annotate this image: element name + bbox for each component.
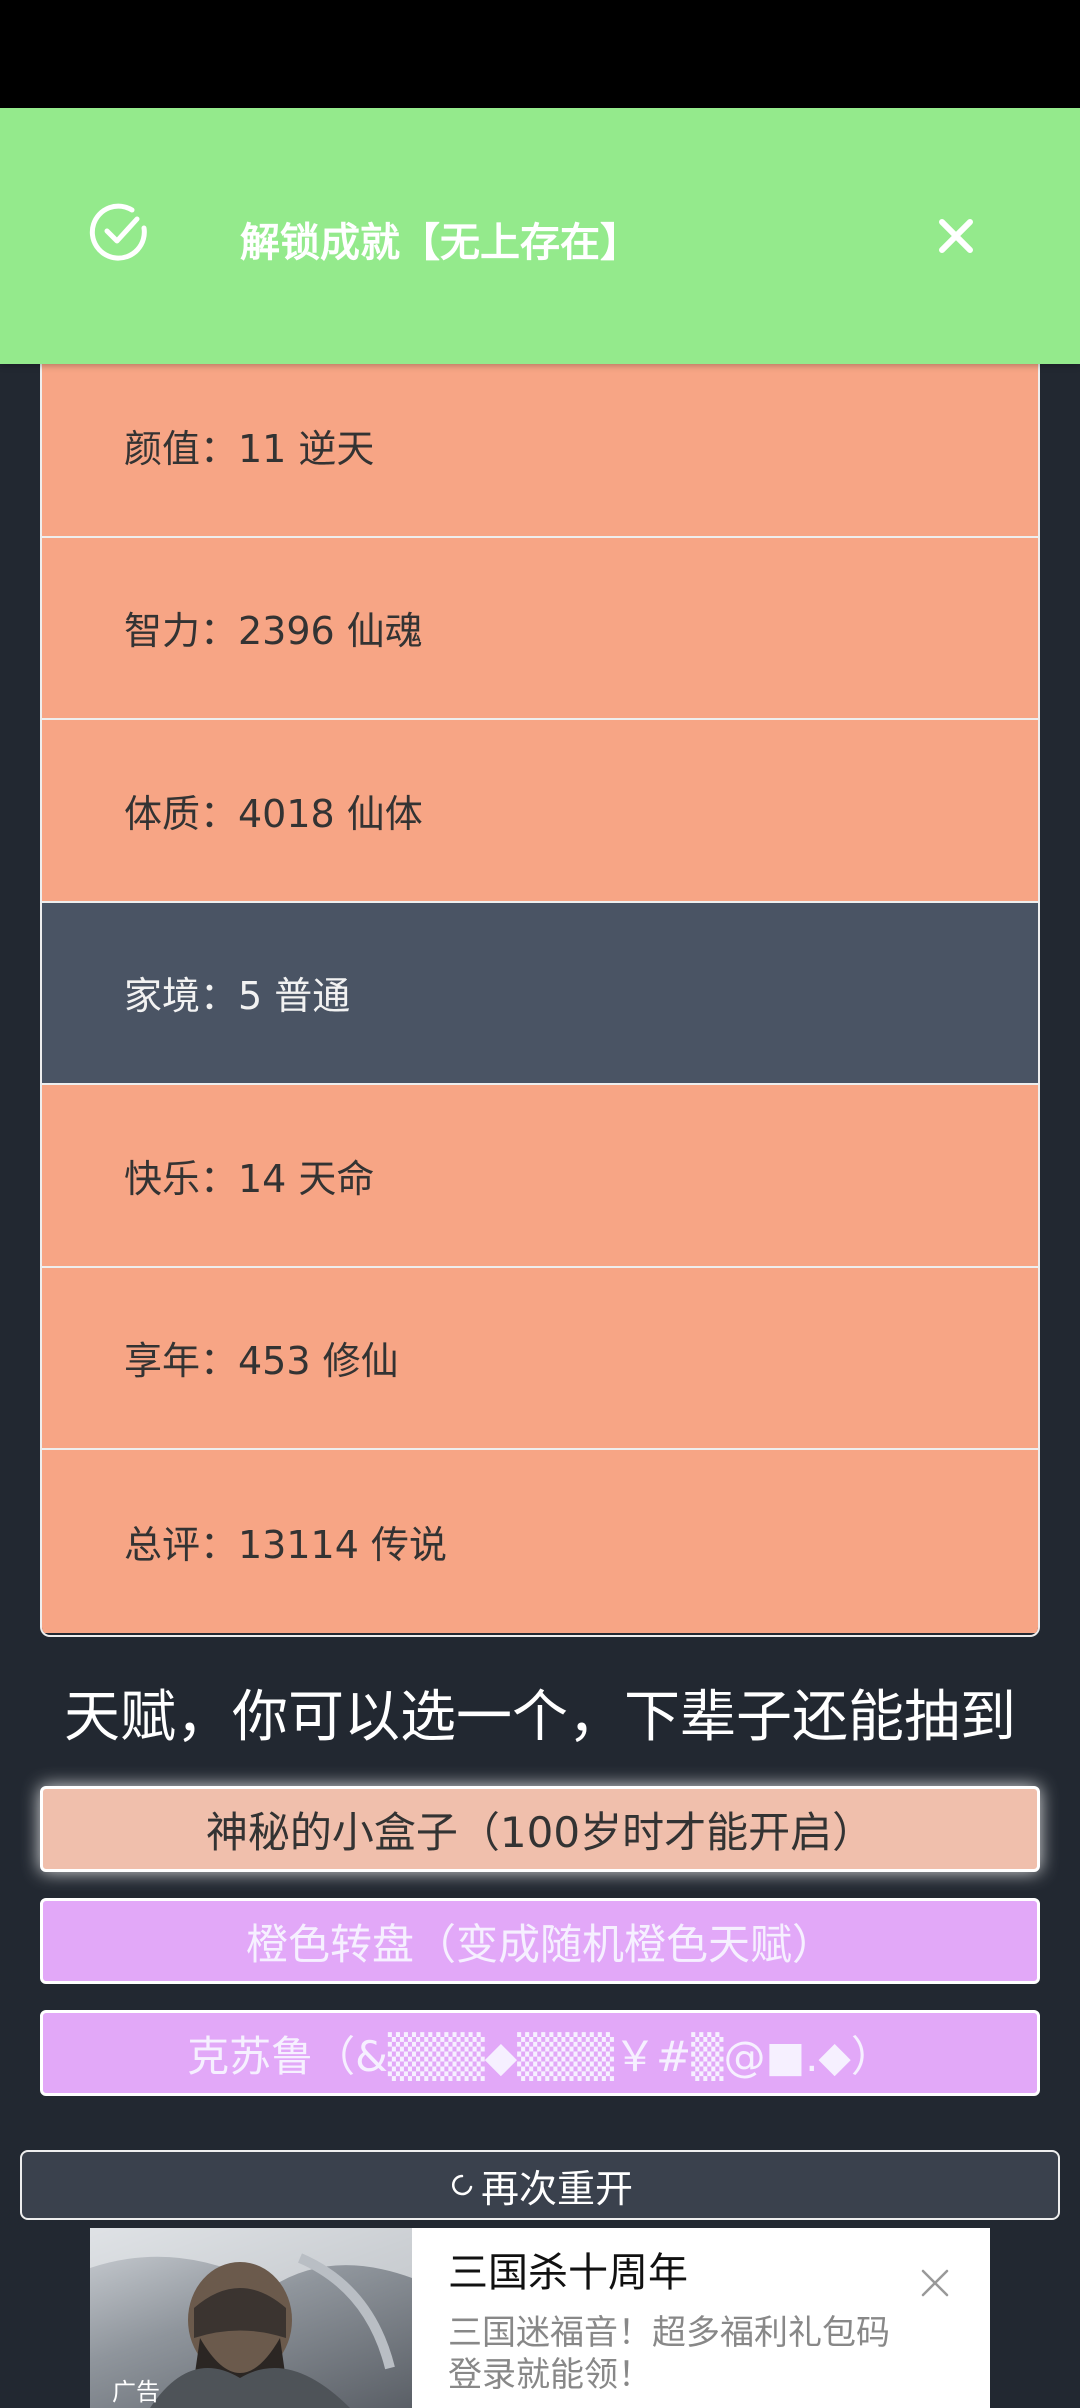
stat-label: 总评：13114 传说	[124, 1522, 447, 1567]
talent-label: 克苏鲁（&▒▒▒◆▒▒▒￥#▒@■.◆）	[187, 2031, 893, 2081]
talent-label: 神秘的小盒子（100岁时才能开启）	[205, 1807, 875, 1857]
talent-option-mystery-box[interactable]: 神秘的小盒子（100岁时才能开启）	[40, 1786, 1040, 1872]
close-icon[interactable]	[936, 216, 976, 256]
talent-option-orange-wheel[interactable]: 橙色转盘（变成随机橙色天赋）	[40, 1898, 1040, 1984]
stat-label: 体质：4018 仙体	[124, 791, 423, 836]
stat-row-intelligence: 智力：2396 仙魂	[42, 537, 1038, 720]
ad-title: 三国杀十周年	[448, 2250, 688, 2296]
restart-button[interactable]: 再次重开	[20, 2150, 1060, 2220]
stats-panel: 颜值：11 逆天 智力：2396 仙魂 体质：4018 仙体 家境：5 普通 快…	[40, 355, 1040, 1637]
toast-message: 解锁成就【无上存在】	[240, 220, 640, 266]
stat-label: 快乐：14 天命	[124, 1156, 375, 1201]
talent-option-cthulhu[interactable]: 克苏鲁（&▒▒▒◆▒▒▒￥#▒@■.◆）	[40, 2010, 1040, 2096]
close-icon[interactable]	[920, 2268, 950, 2298]
stat-row-family: 家境：5 普通	[42, 902, 1038, 1085]
stat-label: 享年：453 修仙	[124, 1339, 399, 1384]
status-bar	[0, 0, 1080, 108]
ad-banner[interactable]: 广告 三国杀十周年 三国迷福音！超多福利礼包码登录就能领！	[90, 2228, 990, 2408]
talent-heading: 天赋，你可以选一个，下辈子还能抽到	[64, 1685, 1016, 1750]
stat-row-lifespan: 享年：453 修仙	[42, 1267, 1038, 1450]
restart-label: 再次重开	[480, 2166, 633, 2211]
ad-description: 三国迷福音！超多福利礼包码登录就能领！	[448, 2313, 890, 2395]
stat-label: 智力：2396 仙魂	[124, 609, 423, 654]
stat-row-appearance: 颜值：11 逆天	[42, 355, 1038, 538]
talent-label: 橙色转盘（变成随机橙色天赋）	[245, 1919, 834, 1969]
stat-label: 颜值：11 逆天	[124, 426, 375, 471]
check-circle-icon	[89, 203, 147, 261]
stat-row-total: 总评：13114 传说	[42, 1450, 1038, 1633]
stat-label: 家境：5 普通	[124, 974, 351, 1019]
refresh-icon	[451, 2174, 473, 2196]
ad-badge: 广告	[112, 2378, 160, 2406]
stat-row-happiness: 快乐：14 天命	[42, 1085, 1038, 1268]
achievement-toast: 解锁成就【无上存在】	[0, 108, 1080, 364]
stat-row-physique: 体质：4018 仙体	[42, 720, 1038, 903]
